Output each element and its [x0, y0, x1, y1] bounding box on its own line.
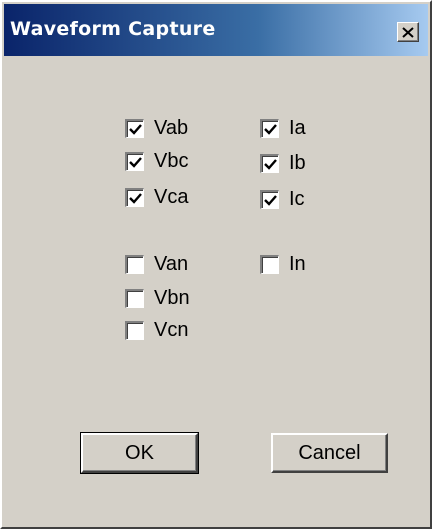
waveform-capture-dialog: Waveform Capture Vab Vbc Vca Ia Ib Ic Va…: [0, 0, 432, 529]
checkbox-box[interactable]: [125, 254, 144, 274]
checkbox-label-van: Van: [154, 253, 189, 275]
checkbox-label-vca: Vca: [154, 186, 189, 208]
checkbox-label-vbn: Vbn: [154, 287, 190, 309]
checkbox-label-vab: Vab: [154, 117, 189, 139]
checkbox-box[interactable]: [260, 254, 279, 274]
checkbox-label-vbc: Vbc: [154, 150, 189, 172]
checkbox-ia[interactable]: Ia: [260, 117, 306, 139]
checkmark-icon: [128, 192, 142, 204]
checkbox-box[interactable]: [125, 320, 144, 340]
title-bar: Waveform Capture: [4, 4, 428, 56]
checkbox-label-vcn: Vcn: [154, 319, 189, 341]
checkmark-icon: [263, 123, 277, 135]
checkbox-label-ia: Ia: [289, 117, 306, 139]
checkbox-box[interactable]: [125, 118, 144, 138]
checkbox-ib[interactable]: Ib: [260, 152, 306, 174]
cancel-button[interactable]: Cancel: [271, 433, 388, 473]
checkbox-ic[interactable]: Ic: [260, 188, 305, 210]
checkbox-box[interactable]: [260, 118, 279, 138]
checkbox-label-ib: Ib: [289, 152, 306, 174]
checkbox-vca[interactable]: Vca: [125, 186, 188, 208]
checkmark-icon: [263, 194, 277, 206]
checkbox-van[interactable]: Van: [125, 253, 188, 275]
checkbox-vcn[interactable]: Vcn: [125, 319, 188, 341]
close-button[interactable]: [397, 22, 419, 42]
checkmark-icon: [128, 156, 142, 168]
close-icon: [402, 26, 414, 38]
window-title: Waveform Capture: [10, 18, 216, 40]
checkmark-icon: [128, 123, 142, 135]
checkbox-box[interactable]: [125, 151, 144, 171]
checkbox-box[interactable]: [125, 288, 144, 308]
checkbox-box[interactable]: [260, 189, 279, 209]
ok-button[interactable]: OK: [80, 432, 199, 474]
checkbox-vbc[interactable]: Vbc: [125, 150, 188, 172]
checkbox-vab[interactable]: Vab: [125, 117, 188, 139]
checkbox-label-ic: Ic: [289, 188, 305, 210]
checkmark-icon: [263, 158, 277, 170]
checkbox-label-in: In: [289, 253, 306, 275]
checkbox-in[interactable]: In: [260, 253, 306, 275]
checkbox-box[interactable]: [260, 153, 279, 173]
checkbox-vbn[interactable]: Vbn: [125, 287, 190, 309]
checkbox-box[interactable]: [125, 187, 144, 207]
